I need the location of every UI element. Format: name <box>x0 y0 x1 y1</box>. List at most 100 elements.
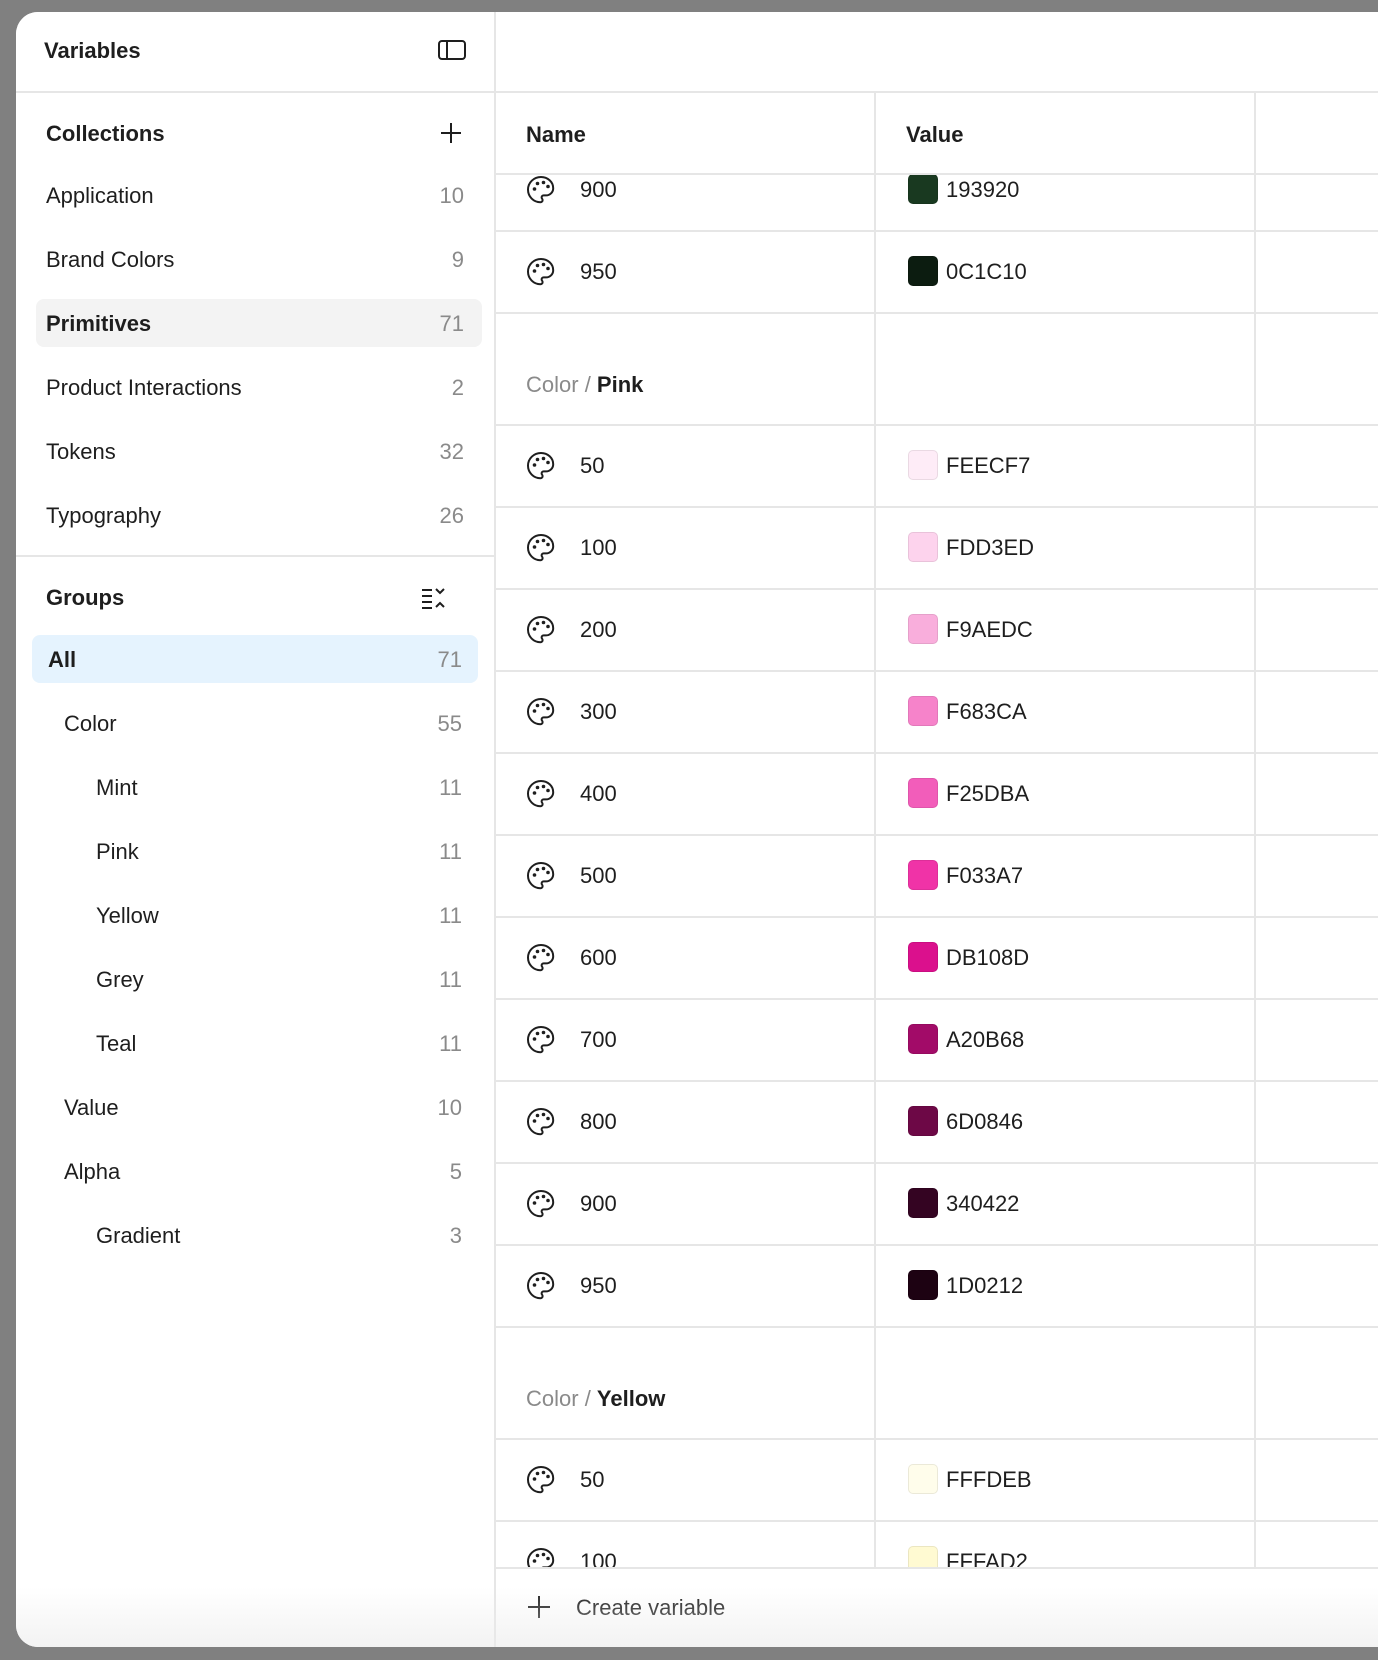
color-swatch[interactable] <box>908 1270 938 1300</box>
variable-value[interactable]: 193920 <box>946 177 1019 203</box>
color-swatch[interactable] <box>908 1106 938 1136</box>
palette-icon <box>526 257 556 287</box>
variable-name[interactable]: 200 <box>580 617 617 643</box>
variable-name[interactable]: 900 <box>580 1191 617 1217</box>
color-swatch[interactable] <box>908 778 938 808</box>
group-name: Yellow <box>96 903 159 928</box>
color-swatch[interactable] <box>908 614 938 644</box>
collection-item[interactable]: Typography 26 <box>36 491 482 539</box>
sort-groups-icon[interactable] <box>420 586 446 615</box>
group-item[interactable]: Grey 11 <box>32 955 478 1003</box>
variable-value[interactable]: DB108D <box>946 945 1029 971</box>
color-swatch[interactable] <box>908 1188 938 1218</box>
variable-name[interactable]: 400 <box>580 781 617 807</box>
color-swatch[interactable] <box>908 1464 938 1494</box>
variable-name[interactable]: 700 <box>580 1027 617 1053</box>
collections-header: Collections <box>16 93 494 171</box>
palette-icon <box>526 1547 556 1567</box>
variable-name[interactable]: 900 <box>580 177 617 203</box>
variable-row[interactable]: 50 FEECF7 <box>496 426 1378 508</box>
variable-row[interactable]: 700 A20B68 <box>496 1000 1378 1082</box>
column-header-name[interactable]: Name <box>526 122 586 148</box>
variable-row[interactable]: 950 0C1C10 <box>496 232 1378 314</box>
variable-row[interactable]: 50 FFFDEB <box>496 1440 1378 1522</box>
variable-row[interactable]: 950 1D0212 <box>496 1246 1378 1328</box>
variable-value[interactable]: F25DBA <box>946 781 1029 807</box>
variable-name[interactable]: 950 <box>580 259 617 285</box>
variable-name[interactable]: 50 <box>580 453 604 479</box>
variable-row[interactable]: 500 F033A7 <box>496 836 1378 918</box>
collection-item[interactable]: Product Interactions 2 <box>36 363 482 411</box>
variable-value[interactable]: 340422 <box>946 1191 1019 1217</box>
color-swatch[interactable] <box>908 1546 938 1567</box>
group-item[interactable]: Yellow 11 <box>32 891 478 939</box>
variable-row[interactable]: 200 F9AEDC <box>496 590 1378 672</box>
group-item[interactable]: Gradient 3 <box>32 1211 478 1259</box>
color-swatch[interactable] <box>908 696 938 726</box>
color-swatch[interactable] <box>908 532 938 562</box>
group-item[interactable]: All 71 <box>32 635 478 683</box>
variable-value[interactable]: 0C1C10 <box>946 259 1027 285</box>
variable-name[interactable]: 800 <box>580 1109 617 1135</box>
palette-icon <box>526 779 556 809</box>
variable-row[interactable]: 300 F683CA <box>496 672 1378 754</box>
plus-icon[interactable] <box>527 1595 551 1624</box>
collection-count: 10 <box>439 183 464 208</box>
create-variable-button[interactable]: Create variable <box>576 1595 725 1621</box>
variable-value[interactable]: F9AEDC <box>946 617 1033 643</box>
collection-item[interactable]: Application 10 <box>36 171 482 219</box>
variable-name[interactable]: 100 <box>580 535 617 561</box>
variable-value[interactable]: FFFAD2 <box>946 1549 1028 1567</box>
collection-item[interactable]: Brand Colors 9 <box>36 235 482 283</box>
variable-value[interactable]: FDD3ED <box>946 535 1034 561</box>
variable-name[interactable]: 500 <box>580 863 617 889</box>
variable-row[interactable]: 600 DB108D <box>496 918 1378 1000</box>
collection-item[interactable]: Tokens 32 <box>36 427 482 475</box>
variable-row[interactable]: 900 193920 <box>496 175 1378 232</box>
collection-count: 26 <box>439 503 464 528</box>
variable-name[interactable]: 100 <box>580 1549 617 1567</box>
variable-value[interactable]: 1D0212 <box>946 1273 1023 1299</box>
group-item[interactable]: Pink 11 <box>32 827 478 875</box>
palette-icon <box>526 451 556 481</box>
variable-row[interactable]: 900 340422 <box>496 1164 1378 1246</box>
variable-value[interactable]: FFFDEB <box>946 1467 1032 1493</box>
palette-icon <box>526 1107 556 1137</box>
color-swatch[interactable] <box>908 860 938 890</box>
variable-value[interactable]: F683CA <box>946 699 1027 725</box>
groups-heading: Groups <box>46 585 125 610</box>
variable-value[interactable]: 6D0846 <box>946 1109 1023 1135</box>
group-item[interactable]: Alpha 5 <box>32 1147 478 1195</box>
variable-name[interactable]: 600 <box>580 945 617 971</box>
variable-name[interactable]: 50 <box>580 1467 604 1493</box>
variable-value[interactable]: F033A7 <box>946 863 1023 889</box>
variable-row[interactable]: 100 FFFAD2 <box>496 1522 1378 1567</box>
variable-value[interactable]: A20B68 <box>946 1027 1024 1053</box>
variable-row[interactable]: 100 FDD3ED <box>496 508 1378 590</box>
add-collection-icon[interactable] <box>440 122 462 149</box>
sidebar-toggle-icon[interactable] <box>438 40 466 65</box>
color-swatch[interactable] <box>908 942 938 972</box>
palette-icon <box>526 615 556 645</box>
group-name: Gradient <box>96 1223 181 1248</box>
color-swatch[interactable] <box>908 256 938 286</box>
color-swatch[interactable] <box>908 175 938 204</box>
table-body[interactable]: 900 193920 950 0C1C10 Color / Pink 50 FEECF7 10… <box>496 175 1378 1567</box>
variable-name[interactable]: 300 <box>580 699 617 725</box>
variable-name[interactable]: 950 <box>580 1273 617 1299</box>
variable-value[interactable]: FEECF7 <box>946 453 1030 479</box>
group-item[interactable]: Mint 11 <box>32 763 478 811</box>
group-item[interactable]: Teal 11 <box>32 1019 478 1067</box>
variable-row[interactable]: 400 F25DBA <box>496 754 1378 836</box>
group-section-title: Color / Yellow <box>496 1328 1378 1440</box>
group-item[interactable]: Color 55 <box>32 699 478 747</box>
column-header-value[interactable]: Value <box>906 122 963 148</box>
collection-count: 32 <box>439 439 464 464</box>
collection-name: Application <box>46 183 154 208</box>
color-swatch[interactable] <box>908 450 938 480</box>
palette-icon <box>526 1189 556 1219</box>
collection-item[interactable]: Primitives 71 <box>36 299 482 347</box>
group-item[interactable]: Value 10 <box>32 1083 478 1131</box>
variable-row[interactable]: 800 6D0846 <box>496 1082 1378 1164</box>
color-swatch[interactable] <box>908 1024 938 1054</box>
